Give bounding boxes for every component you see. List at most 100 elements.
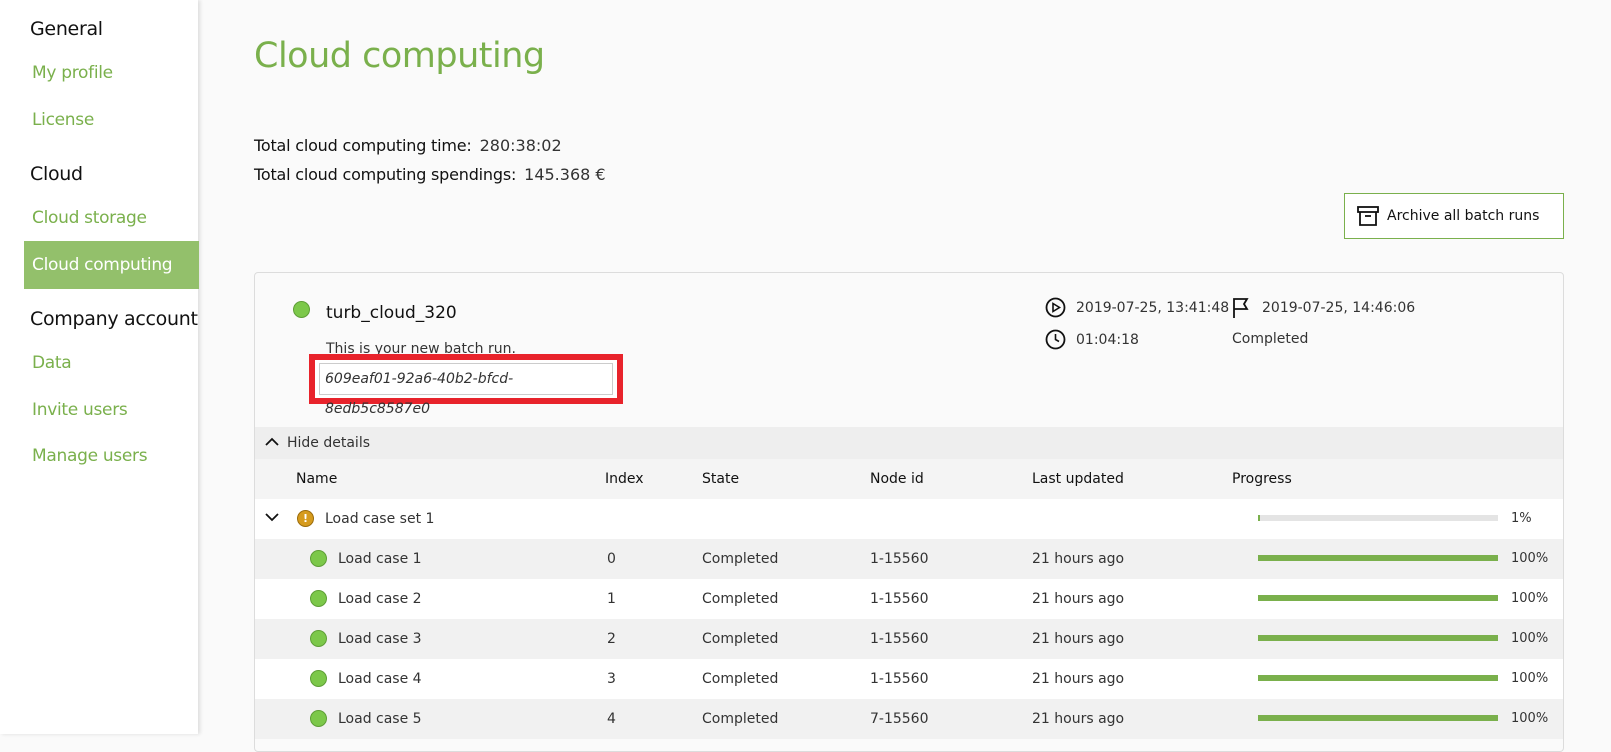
group-progress-label: 1% [1511, 511, 1532, 526]
col-node-id: Node id [870, 471, 924, 487]
row-name: Load case 1 [338, 551, 422, 567]
clock-icon [1045, 329, 1066, 350]
total-spendings: Total cloud computing spendings: 145.368 … [254, 165, 606, 184]
archive-all-button[interactable]: Archive all batch runs [1344, 193, 1564, 239]
sidebar: General My profile License Cloud Cloud s… [0, 0, 199, 734]
row-state: Completed [702, 711, 779, 727]
run-started: 2019-07-25, 13:41:48 [1045, 297, 1229, 318]
col-last-updated: Last updated [1032, 471, 1124, 487]
total-spendings-label: Total cloud computing spendings: [254, 165, 517, 184]
row-progress-fill [1258, 595, 1498, 601]
row-index: 2 [607, 631, 616, 647]
table-row[interactable]: Load case 2 1 Completed 1-15560 21 hours… [255, 579, 1563, 619]
row-progress-fill [1258, 635, 1498, 641]
table-row[interactable]: Load case 5 4 Completed 7-15560 21 hours… [255, 699, 1563, 739]
run-status-dot [293, 301, 310, 318]
row-progress-bar [1258, 675, 1498, 681]
row-name: Load case 2 [338, 591, 422, 607]
row-node-id: 7-15560 [870, 711, 929, 727]
row-state: Completed [702, 591, 779, 607]
total-time: Total cloud computing time: 280:38:02 [254, 136, 562, 155]
sidebar-section-company-account: Company account [30, 308, 198, 330]
table-row[interactable]: Load case 1 0 Completed 1-15560 21 hours… [255, 539, 1563, 579]
total-time-label: Total cloud computing time: [254, 136, 472, 155]
run-started-value: 2019-07-25, 13:41:48 [1076, 299, 1230, 316]
total-time-value: 280:38:02 [479, 136, 562, 155]
run-duration: 01:04:18 [1045, 329, 1139, 350]
row-status-dot [310, 670, 327, 687]
row-last-updated: 21 hours ago [1032, 591, 1125, 607]
row-last-updated: 21 hours ago [1032, 631, 1125, 647]
sidebar-item-license[interactable]: License [24, 96, 199, 144]
group-progress-bar [1258, 515, 1498, 521]
table-row[interactable]: Load case 3 2 Completed 1-15560 21 hours… [255, 619, 1563, 659]
row-name: Load case 3 [338, 631, 422, 647]
run-status: Completed [1232, 331, 1309, 347]
row-state: Completed [702, 631, 779, 647]
row-index: 3 [607, 671, 616, 687]
row-progress-fill [1258, 675, 1498, 681]
row-progress-fill [1258, 715, 1498, 721]
col-progress: Progress [1232, 471, 1292, 487]
sidebar-item-manage-users[interactable]: Manage users [24, 432, 199, 480]
col-index: Index [605, 471, 644, 487]
row-state: Completed [702, 551, 779, 567]
row-progress-label: 100% [1511, 671, 1549, 686]
row-progress-fill [1258, 555, 1498, 561]
row-status-dot [310, 550, 327, 567]
page-title: Cloud computing [254, 36, 545, 76]
row-last-updated: 21 hours ago [1032, 711, 1125, 727]
group-progress-fill [1258, 515, 1261, 521]
row-status-dot [310, 630, 327, 647]
row-index: 4 [607, 711, 616, 727]
row-progress-bar [1258, 635, 1498, 641]
play-circle-icon [1045, 297, 1066, 318]
row-node-id: 1-15560 [870, 591, 929, 607]
row-status-dot [310, 590, 327, 607]
sidebar-item-data[interactable]: Data [24, 339, 199, 387]
flag-icon [1233, 298, 1249, 318]
row-node-id: 1-15560 [870, 631, 929, 647]
sidebar-item-invite-users[interactable]: Invite users [24, 386, 199, 434]
run-id-highlight: 609eaf01-92a6-40b2-bfcd-8edb5c8587e0 [309, 354, 623, 417]
run-id-field[interactable]: 609eaf01-92a6-40b2-bfcd-8edb5c8587e0 [319, 363, 613, 417]
sidebar-item-cloud-computing[interactable]: Cloud computing [24, 241, 199, 289]
batch-run-card: turb_cloud_320 This is your new batch ru… [254, 272, 1564, 752]
table-header: Name Index State Node id Last updated Pr… [255, 459, 1563, 499]
row-status-dot [310, 710, 327, 727]
sidebar-item-cloud-storage[interactable]: Cloud storage [24, 194, 199, 242]
group-name: Load case set 1 [325, 511, 435, 527]
chevron-down-icon[interactable] [265, 512, 279, 522]
row-last-updated: 21 hours ago [1032, 671, 1125, 687]
table-row[interactable]: Load case 4 3 Completed 1-15560 21 hours… [255, 659, 1563, 699]
archive-all-label: Archive all batch runs [1387, 208, 1540, 224]
chevron-up-icon [265, 437, 279, 446]
run-name: turb_cloud_320 [326, 303, 457, 323]
row-name: Load case 4 [338, 671, 422, 687]
row-progress-label: 100% [1511, 551, 1549, 566]
hide-details-toggle[interactable]: Hide details [255, 427, 1563, 459]
row-last-updated: 21 hours ago [1032, 551, 1125, 567]
row-index: 0 [607, 551, 616, 567]
run-finished: 2019-07-25, 14:46:06 [1232, 297, 1415, 319]
total-spendings-value: 145.368 € [524, 165, 606, 184]
col-state: State [702, 471, 740, 487]
row-progress-label: 100% [1511, 631, 1549, 646]
row-node-id: 1-15560 [870, 551, 929, 567]
row-state: Completed [702, 671, 779, 687]
sidebar-item-my-profile[interactable]: My profile [24, 49, 199, 97]
sidebar-section-cloud: Cloud [30, 163, 83, 185]
row-progress-label: 100% [1511, 711, 1549, 726]
table-group-row[interactable]: Load case set 1 1% [255, 499, 1563, 539]
sidebar-section-general: General [30, 18, 103, 40]
run-duration-value: 01:04:18 [1076, 331, 1139, 348]
row-progress-label: 100% [1511, 591, 1549, 606]
col-name: Name [296, 471, 338, 487]
row-progress-bar [1258, 595, 1498, 601]
main-content: Cloud computing Total cloud computing ti… [198, 0, 1611, 752]
row-progress-bar [1258, 555, 1498, 561]
run-finished-value: 2019-07-25, 14:46:06 [1262, 300, 1416, 316]
row-name: Load case 5 [338, 711, 422, 727]
row-index: 1 [607, 591, 616, 607]
archive-icon [1357, 206, 1379, 226]
